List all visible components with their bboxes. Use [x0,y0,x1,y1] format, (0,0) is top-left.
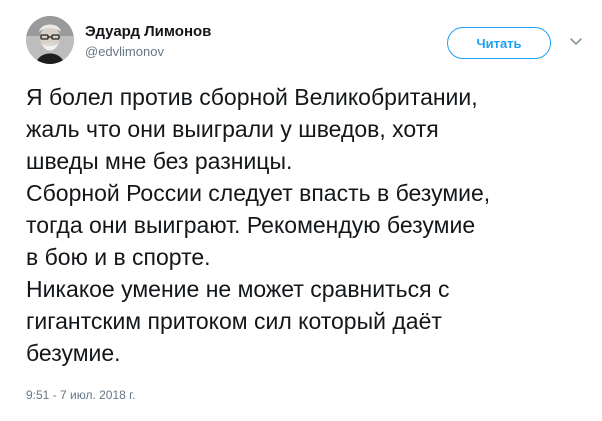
tweet-text-line: безумие. [26,340,121,366]
tweet-text-line: Никакое умение не может сравниться с [26,276,450,302]
tweet-text-line: Сборной России следует впасть в безумие, [26,180,491,206]
avatar[interactable] [26,16,74,64]
tweet-text-line: жаль что они выиграли у шведов, хотя [26,116,439,142]
follow-button[interactable]: Читать [447,27,551,59]
tweet-text-line: гигантским притоком сил который даёт [26,308,442,334]
avatar-image [26,16,74,64]
author-handle[interactable]: @edvlimonov [85,44,164,60]
author-name[interactable]: Эдуард Лимонов [85,23,211,41]
chevron-down-icon[interactable] [568,36,584,48]
chevron-down-icon-glyph [570,38,582,45]
tweet-text-line: Я болел против сборной Великобритании, [26,84,478,110]
tweet-timestamp[interactable]: 9:51 - 7 июл. 2018 г. [26,388,135,402]
tweet-text-line: шведы мне без разницы. [26,148,293,174]
tweet-text-line: тогда они выиграют. Рекомендую безумие [26,212,476,238]
tweet-text: Я болел против сборной Великобритании, ж… [26,81,586,369]
tweet-card: Эдуард Лимонов @edvlimonov Читать Я боле… [0,0,602,421]
tweet-text-line: в бою и в спорте. [26,244,211,270]
